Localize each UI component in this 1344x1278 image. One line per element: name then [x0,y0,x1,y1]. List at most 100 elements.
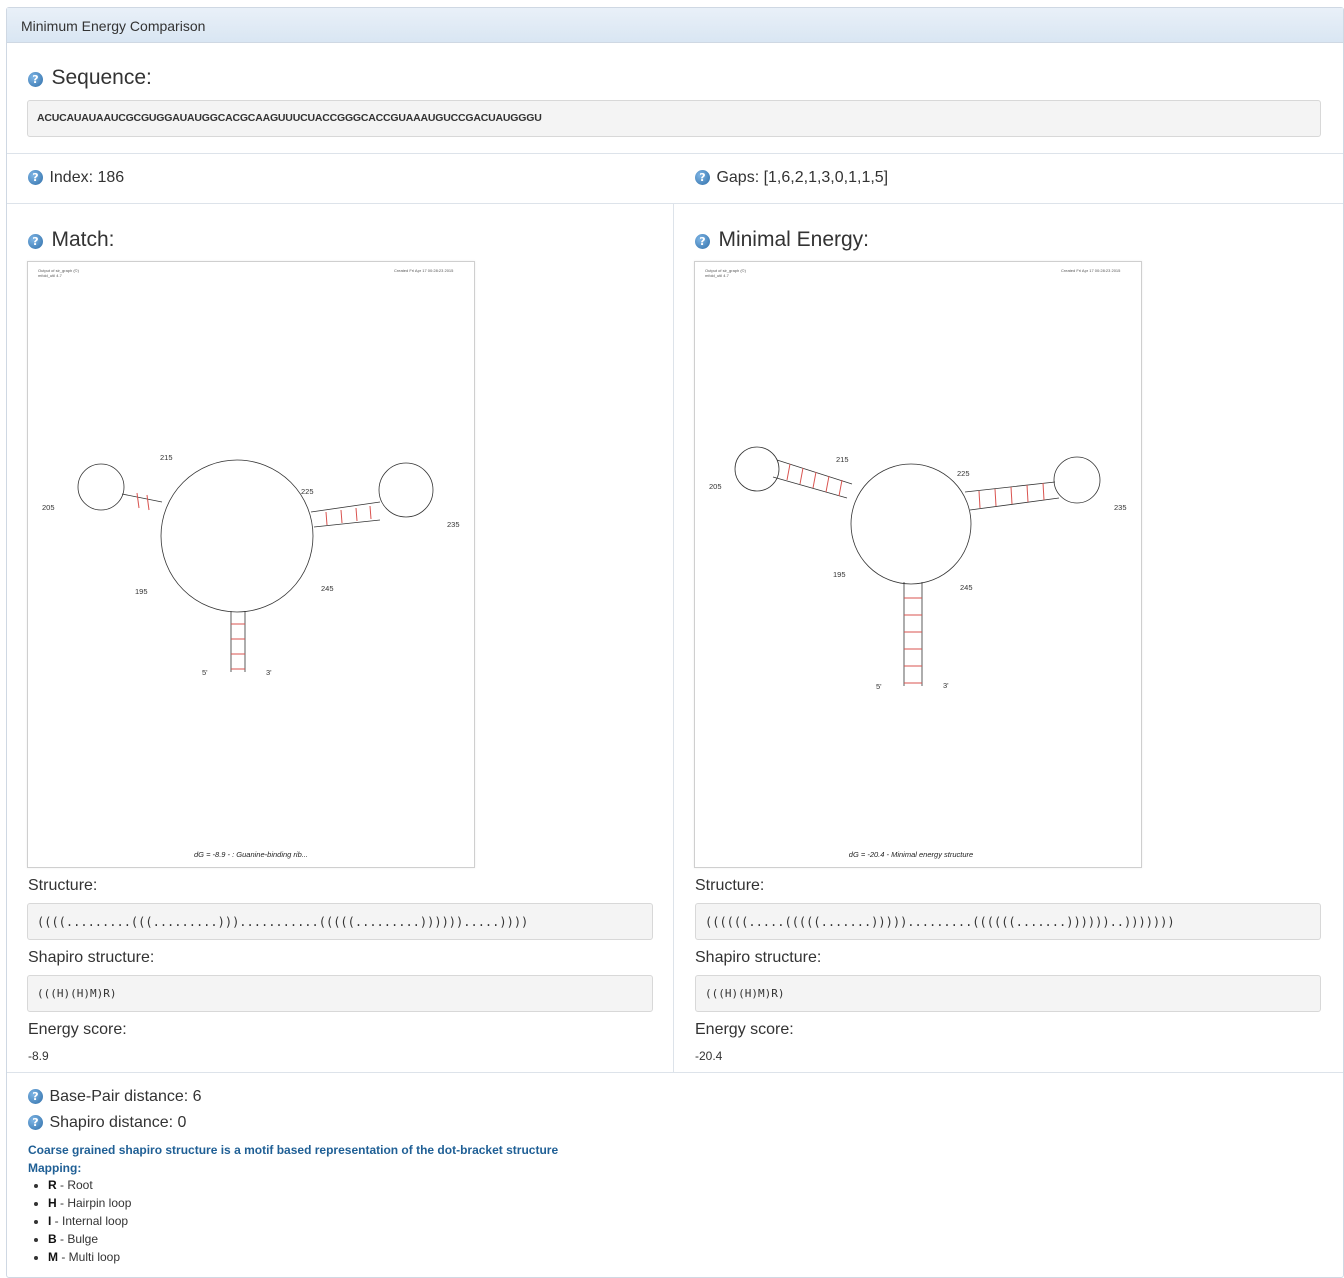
base-pair-distance-row: ? Base-Pair distance: 6 [28,1088,202,1106]
shapiro-distance: Shapiro distance: 0 [49,1114,187,1131]
minimal-heading: Minimal Energy: [718,228,870,251]
base-pair [812,471,817,489]
match-shapiro-label: Shapiro structure: [28,949,155,966]
multiloop [160,459,314,613]
sequence-heading: Sequence: [51,66,152,89]
minimal-structure-image: Output of sir_graph (©) mfold_util 4.7 C… [694,261,1142,868]
question-circle-icon[interactable]: ? [695,234,710,250]
hairpin-left [77,463,125,511]
minimal-shapiro-label: Shapiro structure: [695,949,822,966]
position-label: 195 [135,587,148,596]
base-pair [146,494,150,511]
three-prime-label: 3' [943,681,949,690]
match-energy-label: Energy score: [28,1021,127,1038]
mapping-key: R [48,1178,57,1192]
stem-right [964,481,1056,493]
position-label: 195 [833,570,846,579]
position-label: 215 [160,453,173,462]
base-pair [799,467,804,485]
index-row: ? Index: 186 [28,169,124,187]
mapping-key: B [48,1232,57,1246]
image-caption: dG = -20.4 - Minimal energy structure [849,850,973,859]
position-label: 215 [836,455,849,464]
coarse-grained-note: Coarse grained shapiro structure is a mo… [28,1143,559,1157]
minimal-energy-value: -20.4 [695,1049,723,1063]
divider [7,203,1343,204]
base-pair [340,509,343,524]
mapping-desc: - Bulge [56,1232,99,1246]
match-heading-row: ? Match: [28,228,114,252]
hairpin-right [378,462,434,518]
list-item: R - Root [48,1178,131,1196]
position-label: 205 [42,503,55,512]
position-label: 235 [1114,503,1127,512]
match-structure-value: ((((.........(((.........)))...........(… [27,903,653,940]
sequence-heading-row: ? Sequence: [28,66,152,90]
list-item: H - Hairpin loop [48,1196,131,1214]
minimal-shapiro-value: (((H)(H)M)R) [695,975,1321,1012]
question-circle-icon[interactable]: ? [28,170,43,186]
five-prime-label: 5' [202,668,208,677]
shapiro-distance-row: ? Shapiro distance: 0 [28,1114,186,1132]
match-structure-label: Structure: [28,877,98,894]
image-header-left-2: mfold_util 4.7 [705,273,730,278]
list-item: M - Multi loop [48,1250,131,1268]
base-pair [325,511,328,526]
image-header-right: Created Fri Apr 17 00:28:23 2015 [394,268,454,273]
match-heading: Match: [51,228,115,251]
sequence-value: ACUCAUAUAAUCGCGUGGAUAUGGCACGCAAGUUUCUACC… [27,100,1321,137]
list-item: B - Bulge [48,1232,131,1250]
base-pair [825,475,830,493]
hairpin-left [734,446,780,492]
question-circle-icon[interactable]: ? [28,234,43,250]
question-circle-icon[interactable]: ? [28,72,43,88]
divider [7,153,1343,154]
base-pair [786,463,791,481]
list-item: I - Internal loop [48,1214,131,1232]
image-header-right: Created Fri Apr 17 00:28:23 2015 [1061,268,1121,273]
stem-left [772,476,848,499]
base-pair [978,490,981,509]
stem-left [121,493,163,503]
match-structure-image: Output of sir_graph (©) mfold_util 4.7 C… [27,261,475,868]
position-label: 245 [960,583,973,592]
base-pair [1042,482,1045,501]
mapping-list: R - Root H - Hairpin loop I - Internal l… [48,1178,131,1268]
multiloop [850,463,972,585]
base-pair [1026,484,1029,503]
base-pair [355,507,358,522]
three-prime-label: 3' [266,668,272,677]
question-circle-icon[interactable]: ? [695,170,710,186]
mapping-desc: - Root [56,1178,93,1192]
stem-right [313,519,381,528]
minimal-structure-value: ((((((.....(((((.......))))).........(((… [695,903,1321,940]
index-label: Index: 186 [49,169,125,186]
minimal-heading-row: ? Minimal Energy: [695,228,869,252]
position-label: 225 [957,469,970,478]
five-prime-label: 5' [876,682,882,691]
hairpin-right [1053,456,1101,504]
gaps-label: Gaps: [1,6,2,1,3,0,1,1,5] [716,169,889,186]
stem-right [969,497,1060,511]
panel-heading: Minimum Energy Comparison [7,8,1343,43]
mapping-key: H [48,1196,57,1210]
mapping-key: M [48,1250,58,1264]
base-pair [369,505,372,520]
mapping-desc: - Internal loop [51,1214,129,1228]
position-label: 245 [321,584,334,593]
question-circle-icon[interactable]: ? [28,1089,43,1105]
match-energy-value: -8.9 [28,1049,49,1063]
base-pair [994,488,997,507]
column-divider [673,203,674,1072]
image-header-left-2: mfold_util 4.7 [38,273,63,278]
panel-title: Minimum Energy Comparison [21,18,206,34]
base-pair [838,479,843,497]
image-caption: dG = -8.9 - : Guanine-binding rib... [194,850,308,859]
minimal-structure-label: Structure: [695,877,765,894]
mapping-desc: - Multi loop [58,1250,121,1264]
divider [7,1072,1343,1073]
question-circle-icon[interactable]: ? [28,1115,43,1131]
mapping-heading: Mapping: [28,1161,82,1175]
minimal-structure-svg: Output of sir_graph (©) mfold_util 4.7 C… [705,268,1127,859]
base-pair [136,492,140,509]
